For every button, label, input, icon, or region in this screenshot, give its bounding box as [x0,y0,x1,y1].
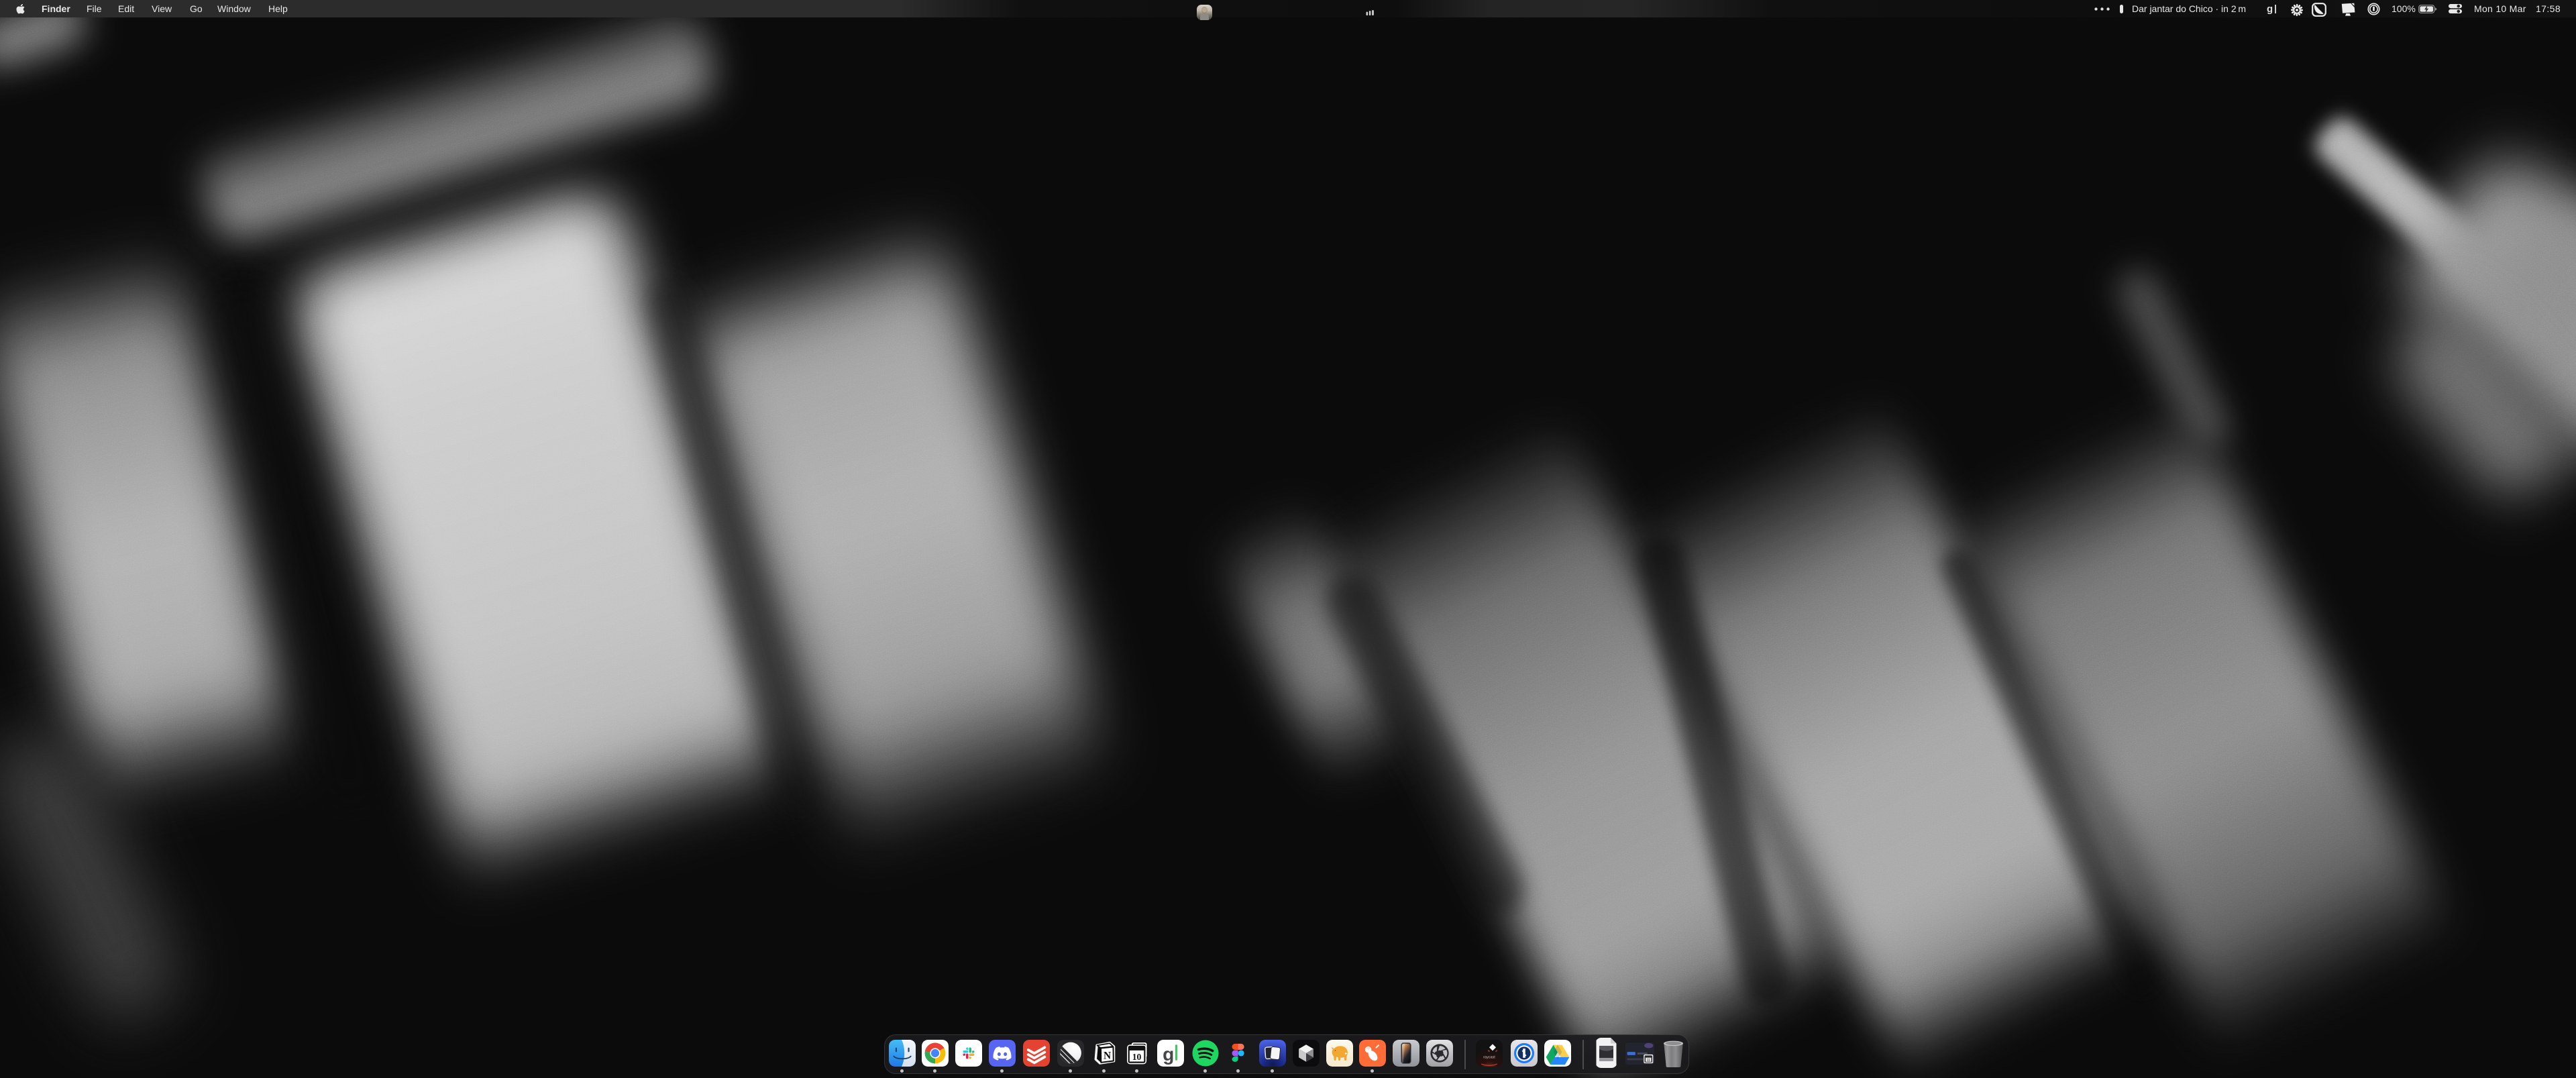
svg-text:11: 11 [1647,1059,1650,1063]
svg-text:raycast: raycast [1483,1056,1495,1060]
svg-text:N: N [1104,1050,1111,1062]
svg-text:g: g [1163,1043,1174,1065]
svg-text:10: 10 [1132,1052,1142,1062]
